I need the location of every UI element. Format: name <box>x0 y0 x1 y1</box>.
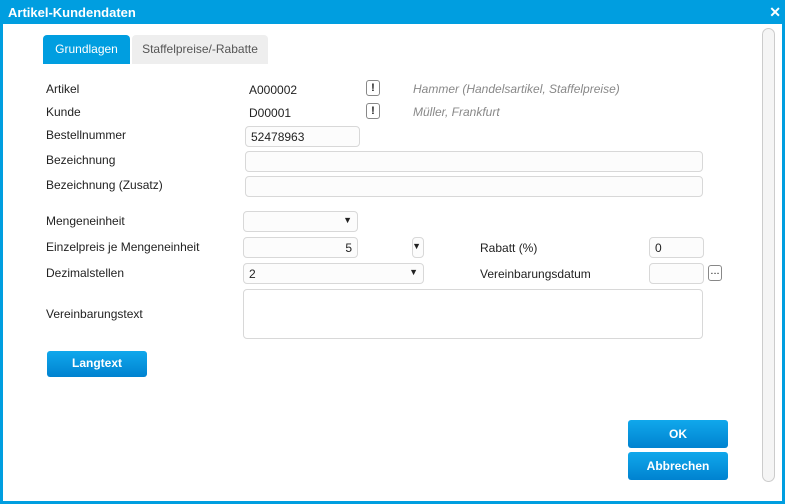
tab-grundlagen[interactable]: Grundlagen <box>43 35 130 64</box>
artikel-value: A000002 <box>249 83 298 97</box>
artikel-label: Artikel <box>46 82 80 96</box>
window-title: Artikel-Kundendaten <box>8 5 136 20</box>
artikel-lookup-button[interactable]: ! <box>366 80 380 96</box>
rabatt-input[interactable]: 0 <box>649 237 704 258</box>
einzelpreis-input[interactable]: 5 <box>243 237 358 258</box>
ok-button[interactable]: OK <box>628 420 728 448</box>
bestellnummer-input[interactable]: 52478963 <box>245 126 360 147</box>
mengeneinheit-select[interactable]: ▼ <box>243 211 358 232</box>
bezeichnung-zusatz-label: Bezeichnung (Zusatz) <box>46 178 163 192</box>
dezimalstellen-value: 2 <box>249 267 256 281</box>
close-icon[interactable]: ✕ <box>769 4 781 21</box>
cancel-button[interactable]: Abbrechen <box>628 452 728 480</box>
vereinbarungstext-label: Vereinbarungstext <box>46 307 143 321</box>
title-bar: Artikel-Kundendaten ✕ <box>3 0 785 24</box>
date-picker-button[interactable]: ... <box>708 265 722 281</box>
bestellnummer-label: Bestellnummer <box>46 128 127 142</box>
kunde-lookup-button[interactable]: ! <box>366 103 380 119</box>
tab-staffelpreise[interactable]: Staffelpreise/-Rabatte <box>132 35 268 64</box>
kunde-label: Kunde <box>46 105 81 119</box>
einzelpreis-label: Einzelpreis je Mengeneinheit <box>46 240 200 254</box>
bezeichnung-zusatz-input[interactable] <box>245 176 703 197</box>
artikel-info: Hammer (Handelsartikel, Staffelpreise) <box>413 82 620 96</box>
vereinbarungstext-textarea[interactable] <box>243 289 703 339</box>
vereinbarungsdatum-label: Vereinbarungsdatum <box>480 267 591 281</box>
chevron-down-icon: ▼ <box>343 215 352 225</box>
kunde-info: Müller, Frankfurt <box>413 105 500 119</box>
langtext-button[interactable]: Langtext <box>47 351 147 377</box>
einzelpreis-unit-select[interactable]: ▼ <box>412 237 424 258</box>
rabatt-label: Rabatt (%) <box>480 241 538 255</box>
bezeichnung-label: Bezeichnung <box>46 153 116 167</box>
kunde-value: D00001 <box>249 106 292 120</box>
dezimalstellen-select[interactable]: 2 ▼ <box>243 263 424 284</box>
bezeichnung-input[interactable] <box>245 151 703 172</box>
chevron-down-icon: ▼ <box>412 241 421 251</box>
mengeneinheit-label: Mengeneinheit <box>46 214 125 228</box>
vereinbarungsdatum-input[interactable] <box>649 263 704 284</box>
dezimalstellen-label: Dezimalstellen <box>46 266 125 280</box>
chevron-down-icon: ▼ <box>409 267 418 277</box>
vertical-scrollbar[interactable] <box>762 28 775 482</box>
